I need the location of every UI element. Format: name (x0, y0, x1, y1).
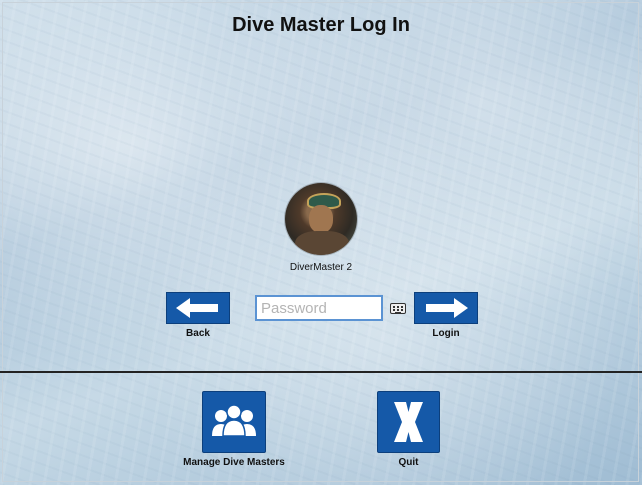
password-input[interactable] (255, 295, 383, 321)
x-icon (394, 402, 423, 442)
back-button[interactable] (166, 292, 230, 324)
arrow-right-icon (426, 298, 468, 318)
manage-dive-masters-label: Manage Dive Masters (183, 457, 285, 468)
arrow-left-icon (176, 298, 218, 318)
login-button[interactable] (414, 292, 478, 324)
section-divider (0, 371, 642, 373)
user-avatar[interactable] (285, 183, 357, 255)
keyboard-icon[interactable] (390, 303, 406, 314)
login-label: Login (432, 328, 460, 339)
quit-button[interactable] (377, 391, 440, 453)
manage-dive-masters-button[interactable] (202, 391, 266, 453)
people-group-icon (212, 404, 256, 437)
username-label: DiverMaster 2 (289, 262, 353, 273)
face-detail (309, 205, 333, 233)
page-title: Dive Master Log In (232, 14, 410, 36)
quit-label: Quit (398, 457, 419, 468)
body-detail (295, 231, 349, 255)
back-label: Back (186, 328, 210, 339)
